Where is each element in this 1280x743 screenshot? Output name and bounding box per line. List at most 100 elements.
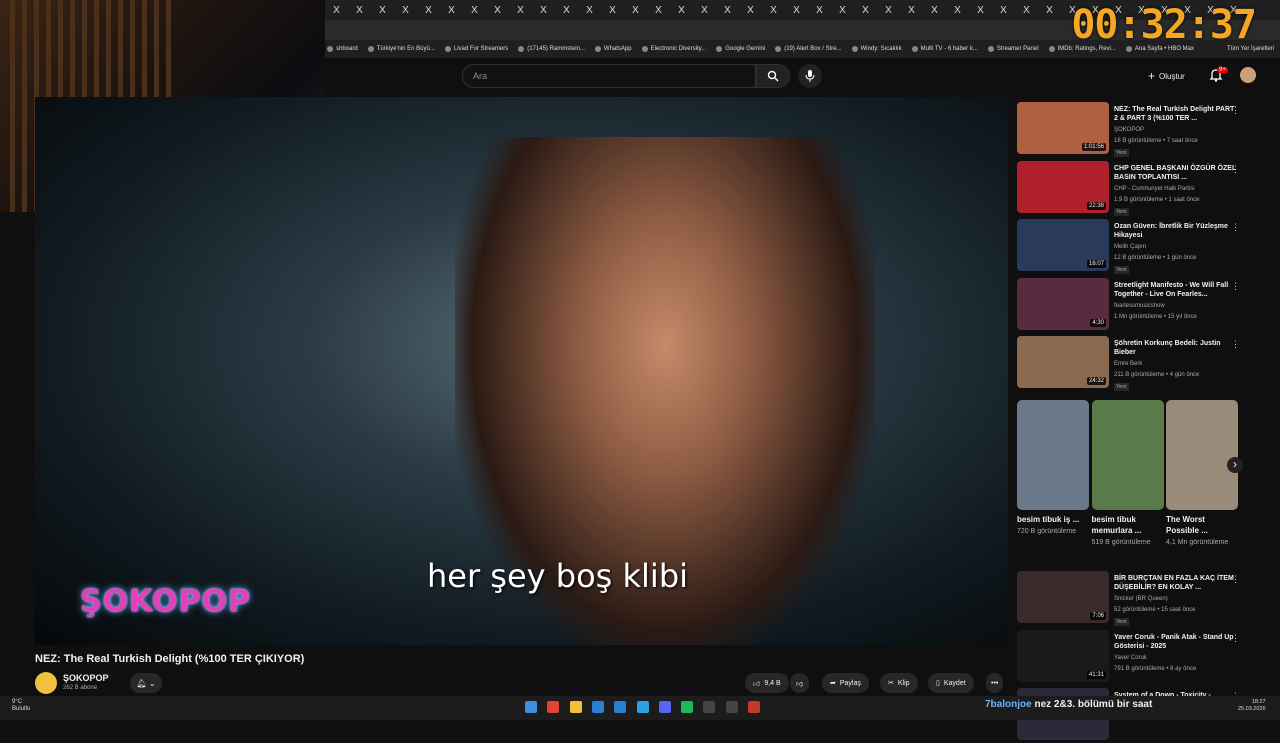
more-options-icon[interactable]: ⋮	[1231, 164, 1240, 175]
short-thumbnail[interactable]	[1017, 400, 1089, 510]
video-thumbnail[interactable]: 16:07	[1017, 219, 1109, 271]
bookmark-item[interactable]: shboard	[327, 46, 358, 52]
system-clock[interactable]: 18:27 25.03.2026	[1238, 699, 1266, 713]
share-button[interactable]: ➦ Paylaş	[822, 673, 869, 693]
short-card[interactable]: besim tibuk iş ... 720 B görüntüleme	[1017, 400, 1089, 537]
video-thumbnail[interactable]: 1:01:56	[1017, 102, 1109, 154]
tab-close-icon[interactable]: X	[739, 5, 762, 16]
taskbar-app-icon[interactable]	[525, 701, 537, 713]
video-thumbnail[interactable]: 7:06	[1017, 571, 1109, 623]
taskbar-app-icon[interactable]	[569, 701, 582, 713]
video-thumbnail[interactable]: 4:30	[1017, 277, 1109, 330]
tab-close-icon[interactable]: X	[670, 5, 693, 16]
taskbar-app-icon[interactable]	[748, 701, 760, 713]
recommended-video[interactable]: 41:31 Yaver Coruk - Panik Atak - Stand Up…	[1017, 629, 1257, 685]
tab-close-icon[interactable]: X	[348, 5, 371, 16]
taskbar-app-icon[interactable]	[547, 701, 560, 713]
short-thumbnail[interactable]	[1091, 400, 1164, 510]
shorts-next-chevron-icon[interactable]: ›	[1227, 457, 1243, 473]
taskbar-app-icon[interactable]	[591, 701, 604, 713]
tab-close-icon[interactable]: X	[532, 5, 555, 16]
tab-close-icon[interactable]: X	[877, 5, 900, 16]
bookmark-item[interactable]: WhatsApp	[594, 46, 632, 52]
taskbar-app-icon[interactable]	[614, 701, 627, 713]
save-button[interactable]: ▯ Kaydet	[928, 673, 974, 693]
taskbar-app-icon[interactable]	[681, 701, 694, 713]
tab-close-icon[interactable]: X	[463, 5, 486, 16]
video-thumbnail[interactable]: 24:32	[1017, 336, 1109, 388]
more-options-icon[interactable]: ⋮	[1231, 222, 1240, 233]
tab-close-icon[interactable]: X	[647, 5, 670, 16]
tab-close-icon[interactable]: X	[417, 5, 440, 16]
voice-search-button[interactable]	[798, 64, 822, 88]
tab-close-icon[interactable]: X	[509, 5, 532, 16]
tab-close-icon[interactable]: X	[394, 5, 417, 16]
channel-name[interactable]: ŞOKOPOP	[63, 673, 109, 683]
clip-button[interactable]: ✂ Klip	[880, 673, 918, 693]
like-button[interactable]: 👍︎ 9,4 B	[745, 673, 789, 693]
tab-close-icon[interactable]: X	[946, 5, 969, 16]
subscription-bell-button[interactable]: 🔔︎ ⌄	[130, 673, 162, 693]
video-thumbnail[interactable]: 22:38	[1017, 160, 1109, 213]
bookmark-item[interactable]: Livad For Streamers	[444, 46, 508, 52]
tab-close-icon[interactable]: X	[486, 5, 509, 16]
video-player[interactable]: ŞOKOPOP her şey boş klibi	[35, 97, 1008, 645]
recommended-video[interactable]: 16:07 Ozan Güven: İbretlik Bir Yüzleşme H…	[1017, 219, 1257, 274]
search-button[interactable]	[756, 64, 790, 88]
tab-close-icon[interactable]: X	[923, 5, 946, 16]
tab-close-icon[interactable]: X	[716, 5, 739, 16]
bookmark-item[interactable]: Electronic Diversity...	[641, 46, 706, 52]
tab-close-icon[interactable]: X	[854, 5, 877, 16]
bookmark-item[interactable]: Türkiye'nin En Büyü...	[367, 46, 435, 52]
tab-close-icon[interactable]: X	[601, 5, 624, 16]
recommended-video[interactable]: 7:06 BİR BURÇTAN EN FAZLA KAÇ İTEM DÜŞEBİ…	[1017, 571, 1257, 626]
more-options-icon[interactable]: ⋮	[1231, 105, 1240, 116]
bookmark-item[interactable]: Streamer Panel	[987, 46, 1039, 52]
all-bookmarks-folder[interactable]: Tüm Yer İşaretleri	[1227, 46, 1280, 52]
search-input[interactable]: Ara	[462, 64, 756, 88]
bookmark-item[interactable]: (17145) Rammstein...	[518, 46, 585, 52]
tab-close-icon[interactable]: X	[578, 5, 601, 16]
tab-close-icon[interactable]: X	[325, 5, 348, 16]
taskbar-app-icon[interactable]	[636, 701, 649, 713]
recommended-video[interactable]: 1:01:56 NEZ: The Real Turkish Delight PAR…	[1017, 102, 1257, 157]
tab-close-icon[interactable]: X	[900, 5, 923, 16]
taskbar-app-icon[interactable]	[703, 701, 716, 713]
tab-close-icon[interactable]: X	[831, 5, 854, 16]
bookmark-item[interactable]: Windy: Sıcaklık	[851, 46, 902, 52]
bookmark-item[interactable]: Multi TV - 6 haber k...	[911, 46, 978, 52]
recommended-video[interactable]: 22:38 CHP GENEL BAŞKANI ÖZGÜR ÖZEL BASIN …	[1017, 160, 1257, 216]
more-options-icon[interactable]: ⋮	[1231, 633, 1240, 644]
account-avatar[interactable]	[1240, 67, 1256, 83]
recommended-video[interactable]: 4:30 Streetlight Manifesto - We Will Fall…	[1017, 277, 1257, 333]
tab-close-icon[interactable]: X	[371, 5, 394, 16]
short-thumbnail[interactable]	[1166, 400, 1238, 510]
short-card[interactable]: The Worst Possible ... 4,1 Mn görüntüleme	[1166, 400, 1238, 548]
tab-close-icon[interactable]: X	[624, 5, 647, 16]
dislike-button[interactable]: 👎︎	[790, 673, 810, 693]
create-button[interactable]: + Oluştur	[1148, 66, 1185, 86]
bookmark-item[interactable]: (19) Alert Box / Stre...	[775, 46, 842, 52]
taskbar-app-icon[interactable]	[658, 701, 671, 713]
taskbar-app-icon[interactable]	[725, 701, 738, 713]
recommended-video[interactable]: 24:32 Şöhretin Korkunç Bedeli: Justin Bie…	[1017, 336, 1257, 391]
weather-widget[interactable]: 9°C Bulutlu	[12, 699, 30, 713]
tab-close-icon[interactable]: X	[969, 5, 992, 16]
video-thumbnail[interactable]: 41:31	[1017, 629, 1109, 682]
tab-close-icon[interactable]: X	[808, 5, 831, 16]
tab-close-icon[interactable]: X	[785, 5, 808, 16]
tab-close-icon[interactable]: X	[555, 5, 578, 16]
tab-close-icon[interactable]: X	[1015, 5, 1038, 16]
more-actions-button[interactable]: •••	[986, 673, 1004, 693]
bookmark-item[interactable]: Ana Sayfa • HBO Max	[1125, 46, 1194, 52]
more-options-icon[interactable]: ⋮	[1231, 281, 1240, 292]
channel-avatar[interactable]	[35, 672, 57, 694]
bookmark-item[interactable]: IMDb: Ratings, Revi...	[1048, 46, 1116, 52]
tab-close-icon[interactable]: X	[693, 5, 716, 16]
tab-close-icon[interactable]: X	[992, 5, 1015, 16]
tab-close-icon[interactable]: X	[440, 5, 463, 16]
bookmark-item[interactable]: Google Gemini	[716, 46, 765, 52]
more-options-icon[interactable]: ⋮	[1231, 339, 1240, 350]
more-options-icon[interactable]: ⋮	[1231, 574, 1240, 585]
tab-close-icon[interactable]: X	[1038, 5, 1061, 16]
